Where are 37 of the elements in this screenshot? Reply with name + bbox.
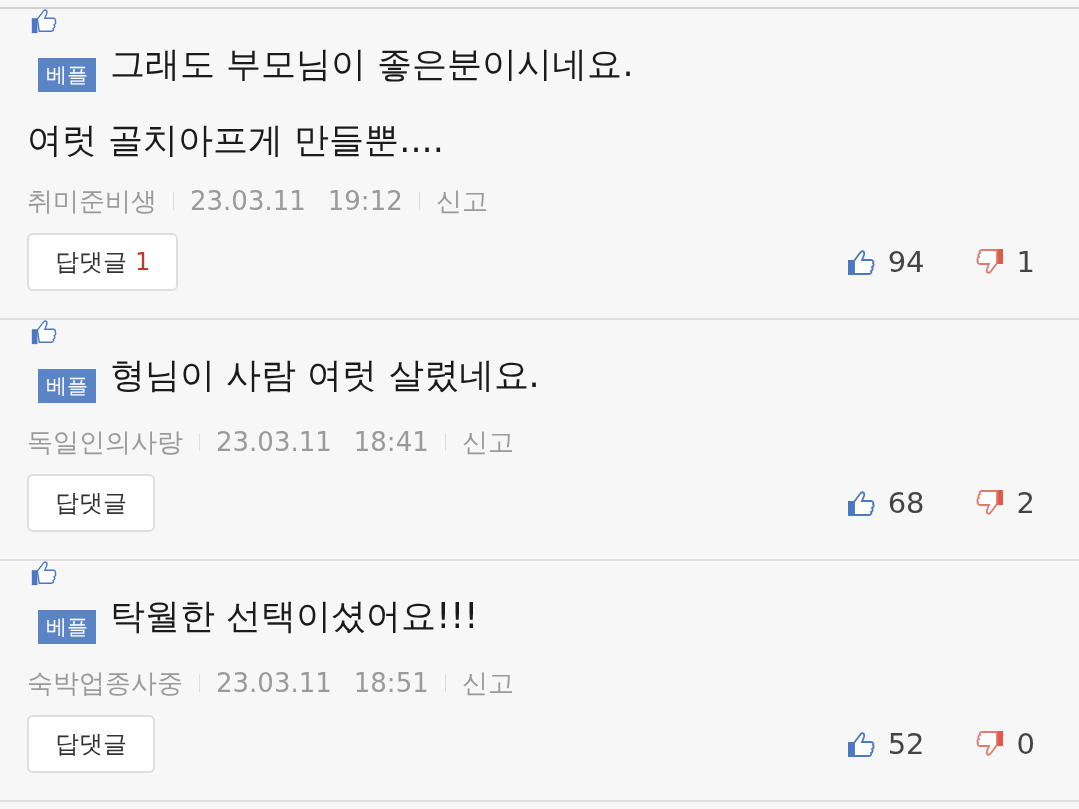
author-name[interactable]: 숙박업종사중 xyxy=(27,665,183,701)
comment-time: 19:12 xyxy=(327,186,403,216)
thumbs-up-icon xyxy=(29,559,57,587)
author-name[interactable]: 독일인의사랑 xyxy=(27,424,183,460)
thumbs-down-icon[interactable] xyxy=(974,247,1005,277)
dislike-count: 0 xyxy=(1016,727,1035,761)
comment-date: 23.03.11 xyxy=(216,427,332,457)
report-link[interactable]: 신고 xyxy=(435,183,488,219)
comment-time: 18:41 xyxy=(353,427,429,457)
reply-button[interactable]: 답댓글 1 xyxy=(27,233,179,291)
best-badge: 베플 xyxy=(38,369,97,403)
best-badge: 베플 xyxy=(38,58,97,92)
like-count: 94 xyxy=(887,245,925,279)
thumbs-up-icon[interactable] xyxy=(845,729,876,759)
comment-date: 23.03.11 xyxy=(190,186,306,216)
thumbs-down-icon[interactable] xyxy=(974,488,1005,518)
thumbs-up-icon xyxy=(29,318,57,346)
author-name[interactable]: 취미준비생 xyxy=(27,183,157,219)
comment-date: 23.03.11 xyxy=(216,668,332,698)
best-badge: 베플 xyxy=(38,610,97,644)
dislike-count: 1 xyxy=(1016,245,1035,279)
reply-button[interactable]: 답댓글 xyxy=(27,474,155,532)
comment-text: 그래도 부모님이 좋은분이시네요. xyxy=(110,44,634,84)
reply-button[interactable]: 답댓글 xyxy=(27,715,155,773)
thumbs-up-icon[interactable] xyxy=(845,488,876,518)
report-link[interactable]: 신고 xyxy=(461,665,514,701)
thumbs-up-icon[interactable] xyxy=(845,247,876,277)
comment-text: 형님이 사람 여럿 살렸네요. xyxy=(110,355,540,395)
report-link[interactable]: 신고 xyxy=(461,424,514,460)
thumbs-up-icon xyxy=(29,7,57,35)
dislike-count: 2 xyxy=(1016,486,1035,520)
comment-text: 탁월한 선택이셨어요!!! xyxy=(110,596,479,636)
comment-time: 18:51 xyxy=(353,668,429,698)
comment-text: 여럿 골치아프게 만들뿐.... xyxy=(27,120,444,160)
like-count: 52 xyxy=(887,727,925,761)
thumbs-down-icon[interactable] xyxy=(974,729,1005,759)
like-count: 68 xyxy=(887,486,925,520)
